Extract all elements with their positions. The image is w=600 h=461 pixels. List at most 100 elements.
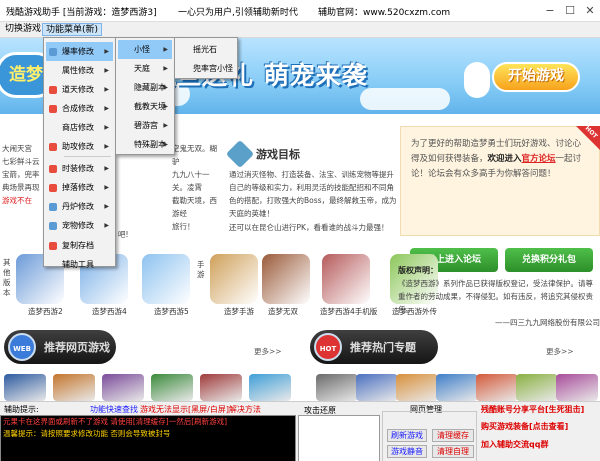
menu-item-label: 掉落修改 [62,183,94,192]
chevron-right-icon: ▶ [163,122,168,129]
forum-text: 为了更好的帮助造梦勇士们玩好游戏、讨论心得及如何获得装备，欢迎进入官方论坛一起讨… [411,137,589,182]
chevron-right-icon: ▶ [104,105,109,112]
news-heading: 版权声明： [398,266,438,275]
chevron-right-icon: ▶ [104,184,109,191]
console-line: 元果卡在这界面或刷新不了游戏 请使用[清理缓存]一然后[刷新游戏] [3,417,228,426]
menu-item[interactable]: 助攻修改 ▶ [46,137,113,156]
close-icon[interactable]: ✕ [580,0,600,22]
intro-line: 大闹天宫 [2,144,32,153]
submenu-item[interactable]: 小怪 ▶ [118,40,172,59]
submenu-item[interactable]: 特殊副本 ▶ [118,135,172,154]
section-web-games[interactable]: WEB 推荐网页游戏 [4,330,116,364]
game-thumbnail[interactable] [262,254,310,304]
submenu2-item[interactable]: 兜率宫小怪 [177,59,235,78]
forum-welcome: 欢迎进入 [487,154,522,164]
game-goal-icon [225,139,255,169]
chevron-right-icon: ▶ [104,124,109,131]
promo-thumbnail[interactable] [249,374,291,401]
game-thumbnail[interactable] [142,254,190,304]
promo-thumbnail[interactable] [516,374,558,401]
more-link[interactable]: 更多>> [546,346,574,357]
menu-item[interactable]: 爆率修改 ▶ [46,42,113,61]
menu-item-icon [49,184,57,192]
submenu-item[interactable]: 隐藏副本 ▶ [118,78,172,97]
web-mgmt-group: 刷新游戏 清理缓存 游戏静音 清理自理 [382,411,477,461]
chevron-right-icon: ▶ [104,86,109,93]
chevron-right-icon: ▶ [104,222,109,229]
more-link[interactable]: 更多>> [254,346,282,357]
game-caption[interactable]: 造梦无双 [268,306,298,317]
restore-textbox[interactable] [298,415,380,461]
error-note-link[interactable]: 游戏无法显示[黑屏/白屏]解决方法 [140,404,261,415]
promo-thumbnail[interactable] [53,374,95,401]
game-caption[interactable]: 造梦西游4手机版 [320,306,377,317]
game-caption[interactable]: 造梦手游 [224,306,254,317]
forum-link[interactable]: 官方论坛 [522,154,556,164]
menu-item[interactable]: 商店修改 ▶ [46,118,113,137]
minion-submenu: 摇光石 兜率宫小怪 [174,37,238,79]
hint-console: 元果卡在这界面或刷新不了游戏 请使用[清理缓存]一然后[刷新游戏] 温馨提示：请… [0,415,296,461]
submenu-item[interactable]: 碧游宫 ▶ [118,116,172,135]
game-thumbnail[interactable] [210,254,258,304]
mute-game-button[interactable]: 游戏静音 [387,445,427,458]
section-web-label: 推荐网页游戏 [44,341,110,354]
section-hot-topics[interactable]: HOT 推荐热门专题 [310,330,438,364]
promo-thumbnail[interactable] [436,374,478,401]
intro-line: 典场景再现 [2,183,40,192]
menu-item[interactable]: 合成修改 ▶ [46,99,113,118]
game-caption[interactable]: 造梦西游5 [154,306,189,317]
side-label-other: 其他版本 [3,258,11,297]
console-line: 温馨提示：请按照要求修改功能 否则会导致被封号 [3,429,171,438]
submenu-item[interactable]: 天庭 ▶ [118,59,172,78]
promo-thumbnail[interactable] [356,374,398,401]
menu-item[interactable]: 丹炉修改 ▶ [46,197,113,216]
menu-item-label: 时装修改 [62,164,94,173]
qq-group-link[interactable]: 加入辅助交流qq群 [481,439,548,450]
game-caption[interactable]: 造梦西游2 [28,306,63,317]
quick-check-link[interactable]: 功能快速查找 [90,404,138,415]
game-caption[interactable]: 造梦西游4 [92,306,127,317]
start-game-button[interactable]: 开始游戏 [492,62,580,92]
site-url: 辅助官网：www.520cxzm.com [318,8,451,18]
buy-gear-link[interactable]: 购买游戏装备[点击查看] [481,421,568,432]
intro-line: 宝箭，兜率 [2,170,40,179]
submenu-item-label: 隐藏副本 [134,83,166,92]
menu-switch-game[interactable]: 切换游戏 [2,23,44,36]
window-title: 残酷游戏助手 [当前游戏：造梦西游3] [6,8,157,18]
menu-item-icon [49,261,57,269]
menu-item[interactable]: 时装修改 ▶ [46,159,113,178]
submenu-item[interactable]: 截教天境 ▶ [118,97,172,116]
menu-item[interactable]: 复制存档 [46,236,113,255]
news-body: 《造梦西游》系列作品已获得版权登记，受法律保护。请尊重作者的劳动成果，不得侵犯。… [398,279,593,314]
promo-thumbnail[interactable] [200,374,242,401]
submenu-item-label: 小怪 [134,45,150,54]
submenu2-item[interactable]: 摇光石 [177,40,235,59]
menu-functions[interactable]: 功能菜单(新) [42,23,103,36]
menu-item[interactable]: 辅助工具 [46,255,113,274]
menu-item-label: 爆率修改 [62,47,94,56]
promo-thumbnail[interactable] [396,374,438,401]
web-badge: WEB [8,333,36,361]
minimize-icon[interactable]: − [540,0,560,22]
promo-thumbnail[interactable] [476,374,518,401]
game-thumbnail[interactable] [322,254,370,304]
clear-self-button[interactable]: 清理自理 [432,445,474,458]
promo-thumbnail[interactable] [4,374,46,401]
menu-item[interactable]: 宠物修改 ▶ [46,216,113,235]
account-share-link[interactable]: 残酷账号分享平台[生死狙击] [481,404,584,415]
submenu2-item-label: 摇光石 [193,45,217,54]
clear-cache-button[interactable]: 清理缓存 [432,429,474,442]
promo-thumbnail[interactable] [151,374,193,401]
promo-thumbnail[interactable] [556,374,598,401]
refresh-game-button[interactable]: 刷新游戏 [387,429,427,442]
menu-item-label: 复制存档 [62,241,94,250]
chevron-right-icon: ▶ [163,103,168,110]
promo-thumbnail[interactable] [102,374,144,401]
menu-item[interactable]: 掉落修改 ▶ [46,178,113,197]
menu-separator [64,156,111,157]
menu-item[interactable]: 道天修改 ▶ [46,80,113,99]
promo-thumbnail[interactable] [316,374,358,401]
menu-item[interactable]: 属性修改 ▶ [46,61,113,80]
cloud [360,88,450,110]
maximize-icon[interactable]: ☐ [560,0,580,22]
